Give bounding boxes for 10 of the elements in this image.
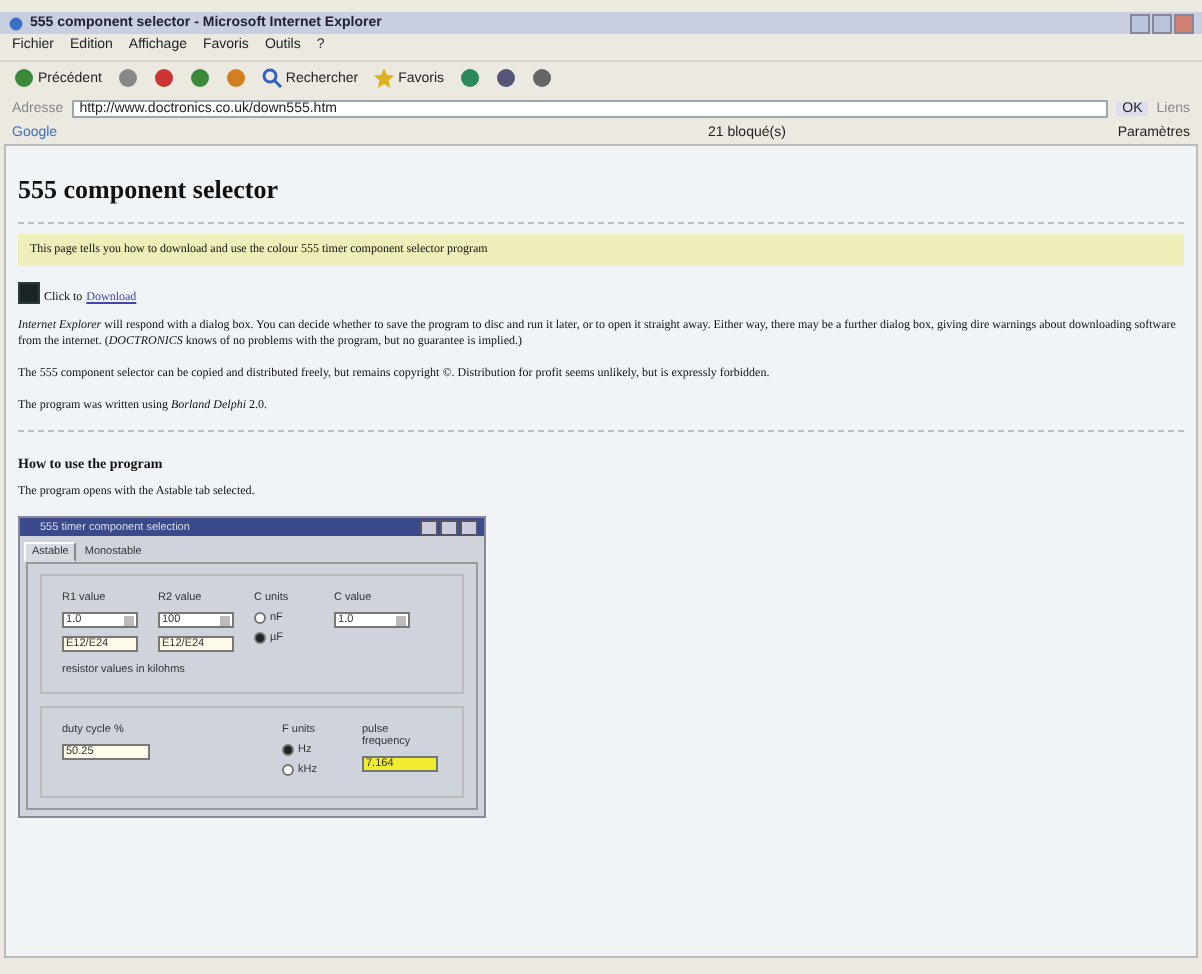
close-button[interactable]: [460, 519, 478, 536]
maximize-button[interactable]: [1152, 13, 1172, 33]
maximize-button[interactable]: [440, 519, 458, 536]
search-icon: [261, 68, 282, 88]
star-icon: [374, 68, 395, 88]
program-icon: [18, 282, 40, 304]
close-button[interactable]: [1174, 13, 1194, 33]
page-heading: 555 component selector: [18, 174, 280, 206]
minimize-button[interactable]: [420, 519, 438, 536]
minimize-button[interactable]: [1130, 13, 1150, 33]
